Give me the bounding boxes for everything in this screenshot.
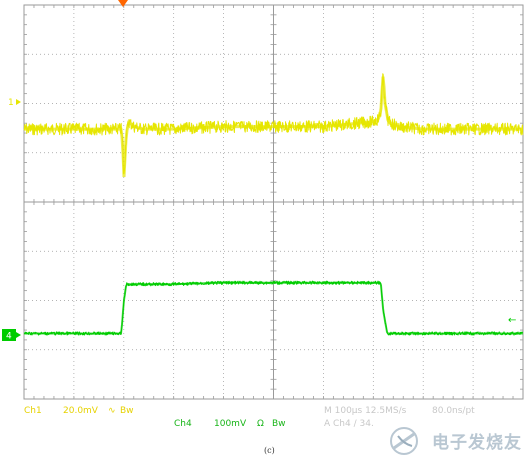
ch1-scale: 20.0mV [63, 406, 98, 416]
watermark: 电子发烧友 [368, 424, 523, 458]
watermark-logo-icon [390, 427, 418, 455]
ch4-arrow-icon [16, 332, 21, 338]
sample-interval: 80.0ns/pt [432, 406, 475, 416]
figure-caption: (c) [264, 446, 275, 455]
ch4-scale: 100mV [214, 419, 247, 429]
watermark-text: 电子发烧友 [432, 433, 522, 453]
timebase-readout: M 100µs 12.5MS/s [324, 406, 407, 416]
ch4-ohm-icon: Ω [257, 419, 264, 429]
ch1-coupling-icon: ∿ [108, 406, 116, 416]
ch1-arrow-icon [16, 99, 21, 105]
ch4-ground-marker: 4 [6, 332, 12, 342]
ch4-bandwidth: Bw [272, 419, 286, 429]
channel-markers: ▼ 1 4 ← [0, 0, 516, 342]
oscilloscope-display: ▼ 1 4 ← [0, 0, 524, 400]
trigger-level-arrow-icon: ← [508, 315, 516, 326]
graticule-grid [23, 4, 524, 400]
ch1-ground-marker: 1 [8, 98, 14, 108]
ch4-label: Ch4 [174, 419, 192, 429]
ch1-bandwidth: Bw [120, 406, 134, 416]
trigger-marker-glyph: ▼ [0, 0, 1, 1]
ch1-label: Ch1 [24, 406, 42, 416]
trigger-readout: A Ch4 ∕ 34. [324, 419, 374, 429]
trigger-position-marker [118, 0, 128, 7]
